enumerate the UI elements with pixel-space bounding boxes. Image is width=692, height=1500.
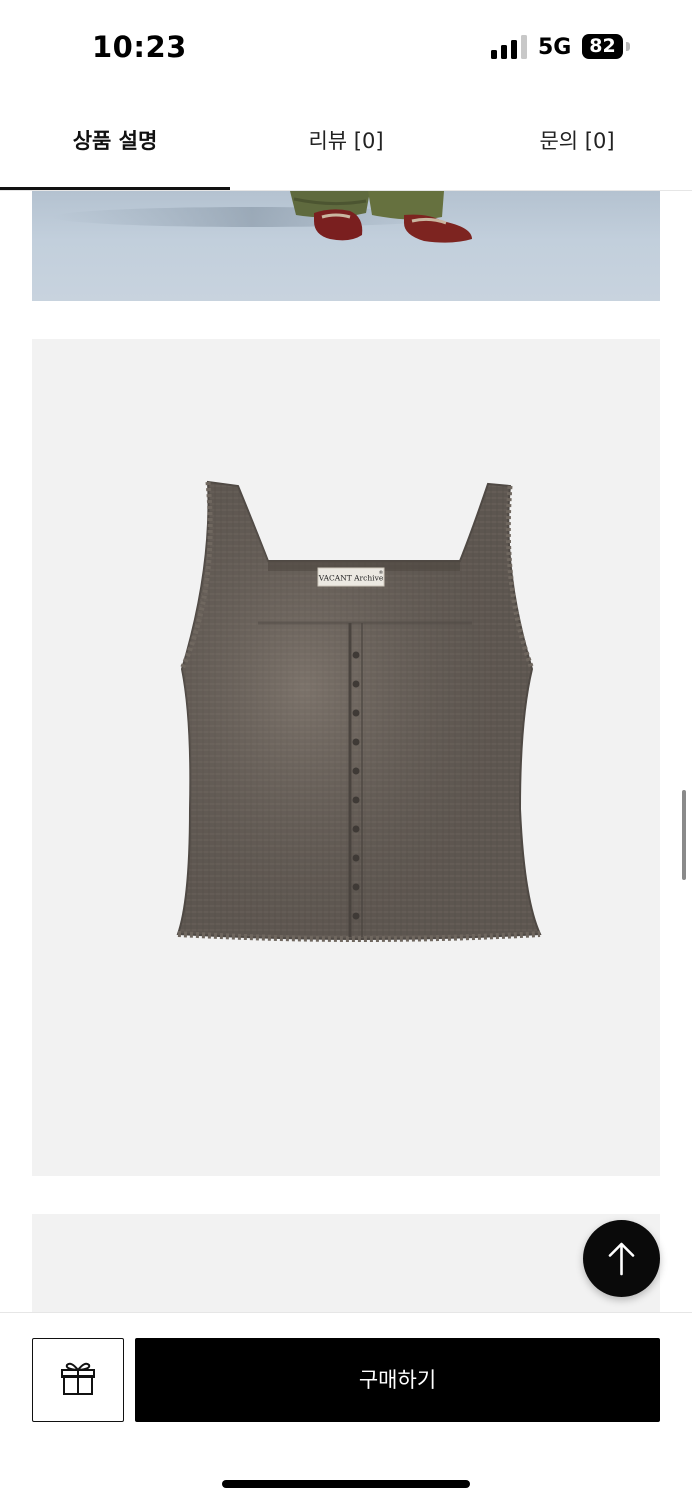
model-photo	[32, 191, 660, 301]
tab-product-description[interactable]: 상품 설명	[0, 95, 230, 191]
active-tab-indicator	[0, 187, 230, 190]
gift-icon	[61, 1362, 95, 1395]
scrollbar-thumb[interactable]	[682, 790, 686, 880]
scroll-to-top-button[interactable]	[583, 1220, 660, 1297]
battery-cap	[626, 42, 630, 51]
status-bar: 10:23 5G 82	[0, 0, 692, 95]
arrow-up-icon	[608, 1242, 635, 1276]
product-image-next	[32, 1214, 660, 1314]
brand-label-mark: ®	[379, 569, 384, 576]
tab-reviews[interactable]: 리뷰 [0]	[231, 95, 461, 191]
battery-level: 82	[589, 35, 616, 57]
home-indicator[interactable]	[222, 1480, 470, 1488]
bottom-action-bar: 구매하기	[0, 1312, 692, 1500]
network-type: 5G	[538, 35, 572, 60]
battery-icon: 82	[582, 34, 623, 59]
tank-top-illustration: VACANT Archive ®	[176, 480, 542, 942]
buy-button[interactable]: 구매하기	[135, 1338, 660, 1422]
signal-strength-icon	[491, 35, 527, 59]
product-tabs: 상품 설명 리뷰 [0] 문의 [0]	[0, 95, 692, 191]
product-image: VACANT Archive ®	[32, 339, 660, 1176]
brand-label-text: VACANT Archive	[318, 574, 384, 583]
tab-inquiries[interactable]: 문의 [0]	[462, 95, 692, 191]
model-photo-illustration	[52, 191, 472, 243]
gift-button[interactable]	[32, 1338, 124, 1422]
status-time: 10:23	[92, 30, 187, 64]
